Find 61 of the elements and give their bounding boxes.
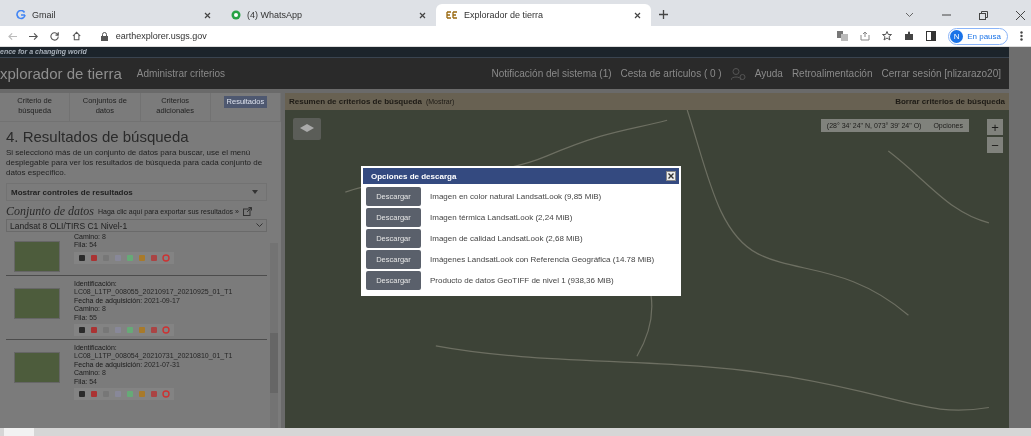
zoom-out-button[interactable]: −	[987, 137, 1003, 153]
google-logo-icon	[16, 10, 26, 20]
user-settings-icon[interactable]	[730, 67, 746, 80]
browser-tab[interactable]: Gmail	[6, 4, 221, 26]
lock-icon	[100, 31, 108, 41]
minimize-icon[interactable]	[942, 14, 951, 16]
avatar-icon: N	[950, 29, 964, 43]
restore-icon[interactable]	[979, 10, 988, 20]
download-option-label: Imagen de calidad LandsatLook (2,68 MiB)	[430, 234, 583, 243]
download-option-label: Producto de datos GeoTIFF de nivel 1 (938,36 MiB)	[430, 276, 614, 285]
scene-thumbnail[interactable]	[14, 241, 60, 272]
close-icon[interactable]	[1016, 10, 1025, 20]
search-summary-title: Resumen de criterios de búsqueda	[289, 97, 422, 106]
download-option-label: Imagen térmica LandsatLook (2,24 MiB)	[430, 213, 573, 222]
ee-logo-icon	[446, 11, 458, 19]
nav-link[interactable]: Ayuda	[754, 68, 783, 79]
scrollbar-track[interactable]	[1009, 47, 1031, 428]
scene-thumbnail[interactable]	[14, 352, 60, 384]
close-tab-icon[interactable]	[634, 11, 641, 19]
nav-link[interactable]: Notificación del sistema (1)	[491, 68, 612, 79]
layers-button[interactable]	[293, 118, 321, 140]
forward-arrow-icon[interactable]	[29, 31, 39, 41]
home-icon[interactable]	[71, 31, 81, 41]
close-icon[interactable]	[666, 171, 676, 181]
side-panel-icon[interactable]	[926, 31, 937, 41]
dataset-title: Conjunto de datos	[6, 204, 94, 219]
download-option-label: Imagen en color natural LandsatLook (9,85 MiB)	[430, 192, 602, 201]
results-controls-toggle[interactable]: Mostrar controles de resultados	[6, 183, 267, 201]
back-arrow-icon[interactable]	[8, 31, 18, 41]
zoom-in-button[interactable]: +	[987, 119, 1003, 135]
more-icon[interactable]	[1020, 31, 1023, 41]
tab-search-icon[interactable]	[905, 12, 914, 18]
close-tab-icon[interactable]	[419, 11, 426, 19]
download-option-label: Imágenes LandsatLook con Referencia Geográfica (14.78 MiB)	[430, 255, 655, 264]
caret-icon[interactable]	[256, 223, 263, 228]
layers-icon	[300, 124, 314, 134]
address-bar[interactable]: earthexplorer.usgs.gov	[92, 28, 826, 44]
nav-link[interactable]: Cesta de artículos ( 0 )	[620, 68, 722, 79]
dialog-title: Opciones de descarga	[371, 171, 457, 181]
translate-icon[interactable]	[837, 31, 849, 41]
nav-link[interactable]: Administrar criterios	[136, 68, 226, 79]
dataset-dropdown[interactable]: Landsat 8 OLI/TIRS C1 Nivel-1	[6, 219, 267, 232]
browser-tab[interactable]: Explorador de tierra	[436, 4, 651, 26]
puzzle-icon[interactable]	[904, 31, 915, 41]
reload-icon[interactable]	[50, 31, 60, 41]
share-icon[interactable]	[860, 31, 871, 41]
results-heading: 4. Resultados de búsqueda	[6, 128, 190, 145]
nav-link[interactable]: Cerrar sesión [nlizarazo20]	[881, 68, 1001, 79]
results-instructions: Si seleccionó más de un conjunto de datos para buscar, use el menú desplegable para ver los resultados de búsqueda para cada conjunto de datos específico.	[6, 148, 264, 178]
star-icon[interactable]	[882, 31, 893, 41]
clear-criteria-link[interactable]: Borrar criterios de búsqueda	[895, 97, 1005, 106]
close-tab-icon[interactable]	[204, 11, 211, 19]
external-link-icon[interactable]	[242, 207, 252, 216]
site-title[interactable]: xplorador de tierra	[0, 65, 122, 82]
scene-thumbnail[interactable]	[14, 288, 60, 319]
caret-icon[interactable]	[252, 190, 258, 194]
scrollbar-thumb[interactable]	[4, 428, 34, 436]
chat-bubble-icon	[231, 10, 241, 20]
browser-tab[interactable]: (4) WhatsApp	[221, 4, 436, 26]
new-tab-icon[interactable]	[659, 10, 668, 19]
nav-link[interactable]: Retroalimentación	[791, 68, 873, 79]
